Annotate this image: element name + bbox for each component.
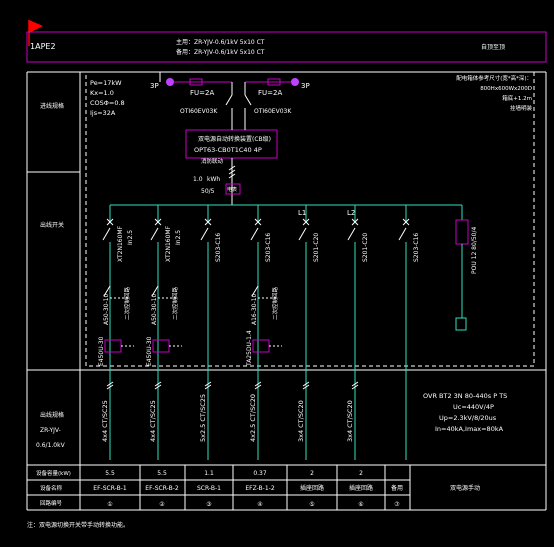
aux-circuit-label: 二次控制回路 xyxy=(271,286,279,320)
header-box xyxy=(26,31,547,63)
table-circuit-cell: ⑦ xyxy=(394,501,400,508)
surge-line3: Up=2.3kV/8/20us xyxy=(439,414,497,422)
meter-line1: 1.0 xyxy=(193,176,203,183)
param-kx: Kx=1.0 xyxy=(90,89,114,97)
param-pe: Pe=17kW xyxy=(90,79,122,87)
row-label-distribution: 出线开关 xyxy=(40,221,64,229)
surge-line1: OVR BT2 3N 80-440s P TS xyxy=(423,392,507,400)
breaker-model: S203-C16 xyxy=(413,233,420,262)
table-row3-label: 回路编号 xyxy=(40,499,63,507)
table-power-cell: 5.5 xyxy=(105,470,115,477)
table-power-cell: 2 xyxy=(310,470,314,477)
incomer-left-fuse: FU=2A xyxy=(190,89,214,97)
overload-model: TA25DU-1.4 xyxy=(246,330,253,367)
incomer-right-switch: OTI60EV03K xyxy=(254,108,292,115)
table-circuit-cell: ① xyxy=(107,501,112,508)
breaker-model: S201-C20 xyxy=(313,233,320,262)
cabinet-line2: 800Hx600Wx200D xyxy=(480,86,532,92)
breaker-model: XT2N160MF xyxy=(165,225,172,262)
aux-circuit-label: 二次控制回路 xyxy=(171,286,179,320)
incomer-right-3p: 3P xyxy=(301,82,310,90)
footnote: 注：双电源切换开关带手动转换功能。 xyxy=(27,521,129,529)
surge-line2: Uc=440V/4P xyxy=(453,403,494,411)
aux-circuit-label: 二次控制回路 xyxy=(123,286,131,320)
cable-spec: 5x2.5 CT/SC25 xyxy=(199,394,207,442)
cable-spec: 4x2.5 CT/SC20 xyxy=(249,394,257,442)
param-ijs: Ijs=32A xyxy=(90,109,116,117)
row-label-cable-b: ZR-YJV- xyxy=(40,427,61,434)
schematic-canvas: 1APE2 主用：ZR-YJV-0.6/1kV 5x10 CT 备用：ZR-YJ… xyxy=(26,20,547,529)
table-circuit-cell: ⑥ xyxy=(358,501,363,508)
incomer-left-switch: OTI60EV03K xyxy=(180,108,218,115)
table-name-cell: EFZ-B-1-2 xyxy=(245,485,274,492)
breaker-model: S203-C16 xyxy=(215,233,222,262)
table-row2-label: 设备名称 xyxy=(40,484,63,492)
table-power-cell: 0.37 xyxy=(253,470,267,477)
surge-line4: In=40kA,Imax=80kA xyxy=(435,425,504,433)
table-name-cell: 备用 xyxy=(391,484,403,492)
overload-model: E450U-30 xyxy=(98,336,105,366)
header-right: 自顶至顶 xyxy=(481,43,505,51)
contactor-model: A16-30-10 xyxy=(251,293,258,325)
table-row1-label: 设备容量(kW) xyxy=(36,469,71,477)
cable-spec: 4x4 CT/SC25 xyxy=(149,400,157,442)
cable-spec: 3x4 CT/SC20 xyxy=(297,400,305,442)
incomer-left-3p: 3P xyxy=(150,82,159,90)
cable-spec: 3x4 CT/SC20 xyxy=(346,400,354,442)
overload-model: E450U-30 xyxy=(146,336,153,366)
ats-note: 消防联动 xyxy=(201,157,224,165)
panel-id: 1APE2 xyxy=(30,42,56,51)
table-circuit-cell: ④ xyxy=(257,501,262,508)
table-circuit-cell: ② xyxy=(159,501,165,508)
cabinet-line3: 箱底+1.2m xyxy=(502,94,532,102)
contactor-model: A50-30-10 xyxy=(103,293,110,325)
phase-l1: L1 xyxy=(298,209,306,217)
table-power-cell: 5.5 xyxy=(157,470,167,477)
table-name-cell: EF-SCR-B-1 xyxy=(93,485,127,492)
branch-circuit xyxy=(398,205,410,460)
header-line1: 主用：ZR-YJV-0.6/1kV 5x10 CT xyxy=(176,38,265,46)
param-cos: COSΦ=0.8 xyxy=(90,99,125,107)
table-name-cell: 插座回路 xyxy=(300,484,324,492)
table-name-cell: 插座回路 xyxy=(349,484,373,492)
cabinet-line1: 配电箱体参考尺寸(宽*高*深)： xyxy=(456,74,532,82)
table-name-cell: EF-SCR-B-2 xyxy=(145,485,179,492)
cabinet-line4: 挂墙明装 xyxy=(510,104,533,112)
table-merged: 双电源手动 xyxy=(450,484,480,492)
meter-line3: 50/5 xyxy=(201,188,215,195)
spd-label: POU 12 80/50/4 xyxy=(471,227,478,274)
meter-box-label: 电表 xyxy=(227,186,237,193)
table-power-cell: 1.1 xyxy=(204,470,214,477)
table-circuit-cell: ⑤ xyxy=(309,501,314,508)
breaker-rating: In2.5 xyxy=(175,230,182,245)
breaker-rating: In2.5 xyxy=(127,230,134,245)
table-power-cell: 2 xyxy=(359,470,363,477)
spd-device xyxy=(455,205,469,331)
breaker-model: XT2N160MF xyxy=(117,225,124,262)
ats-line2: OPT63-CB0T1C40 4P xyxy=(194,146,262,154)
breaker-model: S203-C16 xyxy=(265,233,272,262)
row-label-cable-c: 0.6/1.0kV xyxy=(36,442,66,449)
table-circuit-cell: ③ xyxy=(206,501,211,508)
phase-l2: L2 xyxy=(347,209,355,217)
meter-line2: kWh xyxy=(207,176,220,183)
row-label-incoming: 进线规格 xyxy=(40,102,64,110)
ats-line1: 双电源自动转换装置(CB级) xyxy=(198,135,271,143)
cable-spec: 4x4 CT/SC25 xyxy=(101,400,109,442)
table-name-cell: SCR-B-1 xyxy=(197,485,221,492)
incomer-right-fuse: FU=2A xyxy=(258,89,282,97)
row-label-cable-a: 出线规格 xyxy=(40,411,64,419)
contactor-model: A50-30-10 xyxy=(151,293,158,325)
breaker-model: S201-C20 xyxy=(362,233,369,262)
header-line2: 备用：ZR-YJV-0.6/1kV 5x10 CT xyxy=(176,48,265,56)
